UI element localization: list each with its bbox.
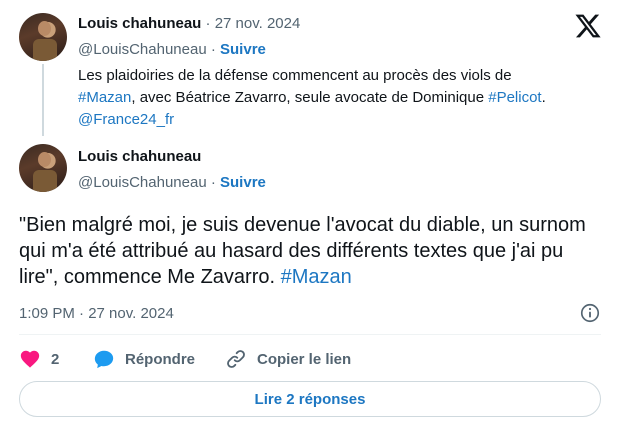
tweet-handle-row: @LouisChahuneau · Suivre [78,174,266,191]
avatar[interactable] [19,13,67,61]
avatar[interactable] [19,144,67,192]
thread-connector-line [42,64,44,136]
hashtag-link[interactable]: #Mazan [281,266,352,288]
avatar-head-shape [38,21,51,36]
author-handle[interactable]: @LouisChahuneau [78,41,207,58]
author-name[interactable]: Louis chahuneau [78,15,201,32]
reply-bubble-icon [94,350,114,369]
reply-label: Répondre [125,350,196,368]
tweet-timestamp[interactable]: 1:09 PM · 27 nov. 2024 [19,305,174,322]
reply-button[interactable]: Répondre [93,348,195,370]
avatar-body-shape [33,39,57,61]
parent-tweet-header: Louis chahuneau · 27 nov. 2024 [78,15,300,32]
parent-tweet-text: Les plaidoiries de la défense commencent… [78,65,608,131]
embedded-tweet-card: Louis chahuneau · 27 nov. 2024 @LouisCha… [0,0,619,436]
author-name[interactable]: Louis chahuneau [78,148,201,165]
follow-button[interactable]: Suivre [220,41,266,58]
tweet-date[interactable]: 27 nov. 2024 [215,15,301,32]
separator: · [205,15,211,32]
parent-tweet-handle-row: @LouisChahuneau · Suivre [78,41,266,58]
tweet-header: Louis chahuneau [78,148,201,165]
text-segment: , avec Béatrice Zavarro, seule avocate d… [131,89,489,106]
divider [19,334,601,335]
separator: · [210,41,216,58]
separator: · [210,174,216,191]
like-button[interactable]: 2 [19,348,59,370]
mention-link[interactable]: @France24_fr [78,111,174,128]
link-icon [227,350,245,368]
avatar-body-shape [33,170,57,192]
heart-icon [20,350,40,368]
like-count: 2 [51,350,60,368]
author-handle[interactable]: @LouisChahuneau [78,174,207,191]
info-icon[interactable] [579,302,601,324]
x-logo-icon[interactable] [574,12,602,40]
follow-button[interactable]: Suivre [220,174,266,191]
text-segment: . [541,89,546,106]
copy-link-button[interactable]: Copier le lien [225,348,351,370]
tweet-text: "Bien malgré moi, je suis devenue l'avoc… [19,212,599,290]
copy-link-label: Copier le lien [257,350,352,368]
hashtag-link[interactable]: #Pelicot [488,89,541,106]
text-segment: Les plaidoiries de la défense commencent… [78,67,512,84]
avatar-head-shape [38,152,51,167]
read-replies-button[interactable]: Lire 2 réponses [19,381,601,417]
hashtag-link[interactable]: #Mazan [78,89,131,106]
